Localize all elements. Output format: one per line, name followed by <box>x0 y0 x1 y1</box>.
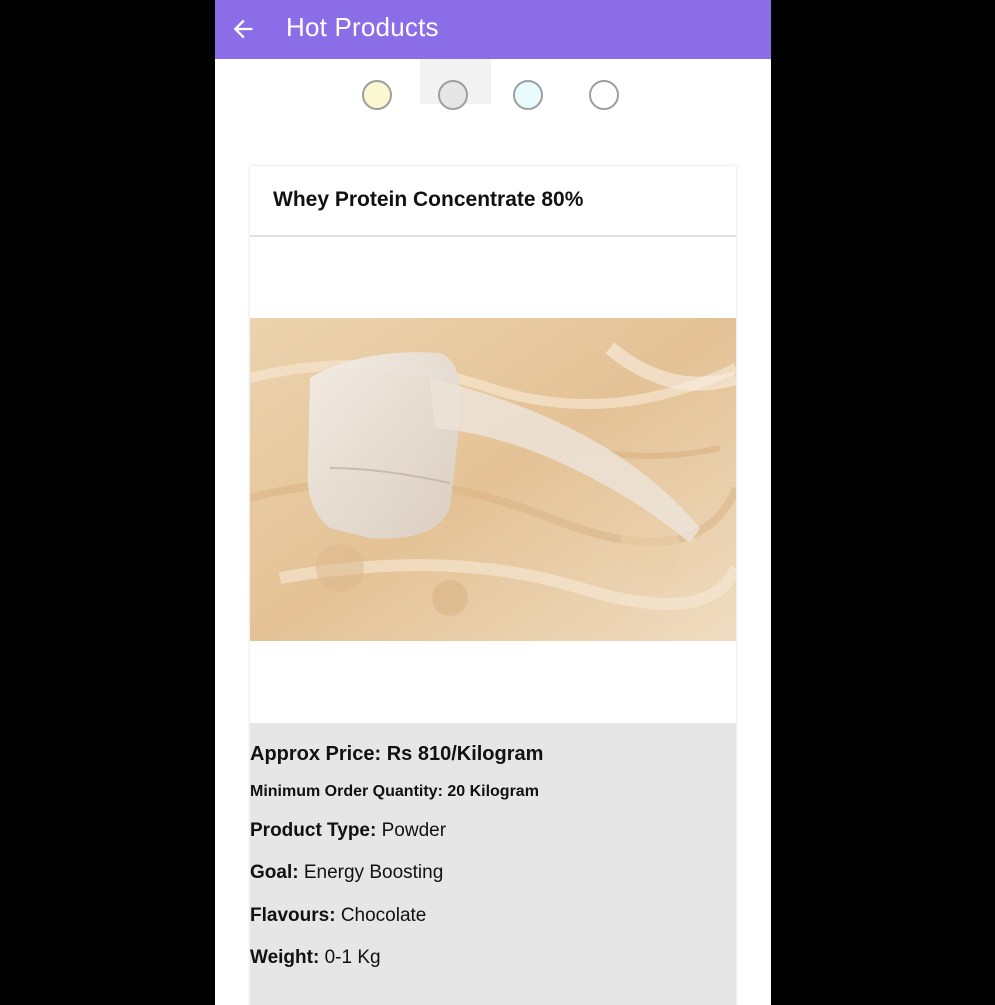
approx-price: Approx Price: Rs 810/Kilogram <box>250 743 544 765</box>
app-screen: Hot Products Whey Protein Concentrate 80… <box>215 0 771 1005</box>
spec-label: Weight: <box>250 947 325 968</box>
spec-goal: Goal: Energy Boosting <box>250 862 443 884</box>
swatch-light-yellow[interactable] <box>362 80 392 110</box>
swatch-light-cyan[interactable] <box>513 80 543 110</box>
product-image[interactable] <box>250 318 736 641</box>
product-image-area <box>250 238 736 723</box>
spec-value: Powder <box>381 820 447 841</box>
swatch-light-grey[interactable] <box>438 80 468 110</box>
product-details: Approx Price: Rs 810/Kilogram Minimum Or… <box>250 723 736 1005</box>
spec-flavours: Flavours: Chocolate <box>250 905 426 927</box>
arrow-left-icon <box>233 19 253 39</box>
color-swatch-selector <box>215 59 771 139</box>
app-bar: Hot Products <box>215 0 771 59</box>
spec-label: Flavours: <box>250 905 341 926</box>
spec-value: Chocolate <box>340 905 427 926</box>
swatch-white[interactable] <box>589 80 619 110</box>
page-title: Hot Products <box>286 12 439 42</box>
product-card[interactable]: Whey Protein Concentrate 80% Approx Pric… <box>250 166 736 1005</box>
spec-value: Energy Boosting <box>303 862 444 883</box>
spec-product-type: Product Type: Powder <box>250 820 446 842</box>
spec-label: Goal: <box>250 862 304 883</box>
minimum-order-quantity: Minimum Order Quantity: 20 Kilogram <box>250 783 539 800</box>
spec-weight: Weight: 0-1 Kg <box>250 947 381 969</box>
spec-label: Product Type: <box>250 820 382 841</box>
spec-value: 0-1 Kg <box>324 947 381 968</box>
product-title: Whey Protein Concentrate 80% <box>273 188 584 211</box>
product-card-header: Whey Protein Concentrate 80% <box>250 166 736 237</box>
back-button[interactable] <box>223 9 263 49</box>
